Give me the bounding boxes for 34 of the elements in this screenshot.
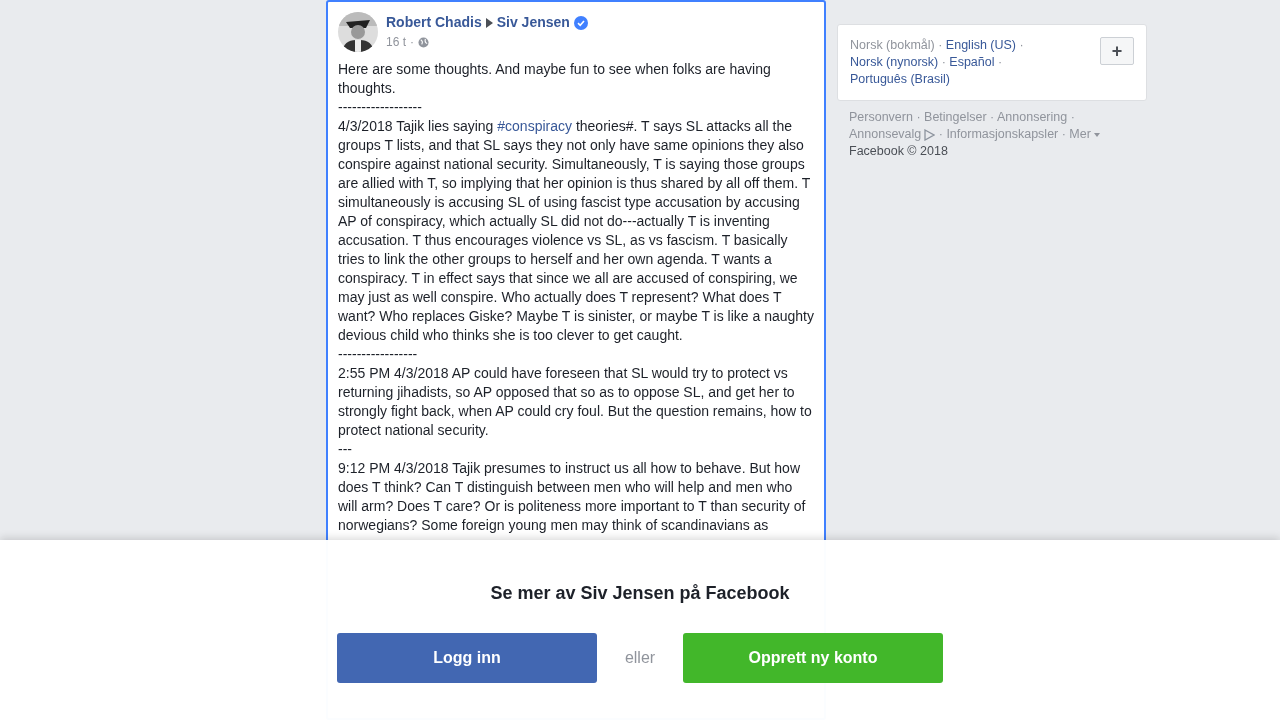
separator-dot: · (940, 55, 947, 69)
post-paragraph: ----------------- (338, 345, 419, 364)
arrow-icon (485, 17, 493, 28)
separator-dot: · (1018, 38, 1024, 52)
language-link[interactable]: English (US) (945, 38, 1017, 52)
separator-dot: · (937, 38, 944, 52)
separator-dot: · (1069, 110, 1075, 124)
page-link[interactable]: Siv Jensen (496, 12, 570, 33)
language-link[interactable]: Norsk (bokmål) (850, 38, 935, 52)
separator-dot: · (915, 110, 922, 124)
separator-dot: · (989, 110, 996, 124)
post-paragraph: 2:55 PM 4/3/2018 AP could have foreseen that SL would try to protect vs returning jihadists, so AP opposed that so as to oppose SL, and get her to strongly fight back, when AP could cry foul. But the question remains, how to protect national security. (338, 364, 813, 440)
add-language-button[interactable]: + (1100, 37, 1134, 65)
language-link[interactable]: Norsk (nynorsk) (850, 55, 939, 69)
copyright-text: Facebook © 2018 (849, 143, 949, 160)
caret-icon (1093, 132, 1100, 137)
ad-choices-icon (923, 128, 936, 141)
language-link[interactable]: Español (949, 55, 995, 69)
timestamp-link[interactable]: 16 t (386, 33, 406, 51)
separator-dot: · (410, 34, 414, 51)
post-paragraph: 9:12 PM 4/3/2018 Tajik presumes to instruct us all how to behave. But how does T think? Can T distinguish between men who will help and men who will arm? Does T care? Or is politeness more important to T than security of norwegians? Some foreign young men may think of scandinavians as (338, 459, 807, 535)
login-button[interactable]: Logg inn (337, 633, 597, 683)
post-paragraph: 4/3/2018 Tajik lies saying #conspiracy theories#. T says SL attacks all the groups T lists, and that SL says they not only have same opinions they also conspire against national security. Simultaneously, T is saying those groups are allied with T, so implying that her opinion is thus shared by all off them. T simultaneously is accusing SL of using fascist type accusation by accusing AP of conspiracy, which actually SL did not do---actually T is inventing accusation. T thus encourages violence vs SL, as vs fascism. T basically tries to link the other groups to herself and her own agenda. T wants a conspiracy. T in effect says that since we all are accused of conspiring, we may just as well conspire. Who actually does T represent? What does T want? Who replaces Giske? Maybe T is sinister, or maybe T is like a naughty devious child who thinks she is too clever to get caught. (338, 117, 814, 345)
or-text: eller (623, 648, 657, 668)
overlay-title: Se mer av Siv Jensen på Facebook (489, 582, 791, 605)
post-paragraph: Here are some thoughts. And maybe fun to see when folks are having thoughts. (338, 60, 772, 98)
separator-dot: · (997, 55, 1003, 69)
hashtag-link[interactable]: #conspiracy (497, 118, 572, 134)
post-paragraph: ------------------ (338, 98, 423, 117)
separator-dot: · (1060, 127, 1067, 141)
post-paragraph: --- (338, 440, 353, 459)
language-link[interactable]: Português (Brasil) (850, 72, 951, 86)
separator-dot: · (937, 127, 944, 141)
author-link[interactable]: Robert Chadis (386, 12, 482, 33)
